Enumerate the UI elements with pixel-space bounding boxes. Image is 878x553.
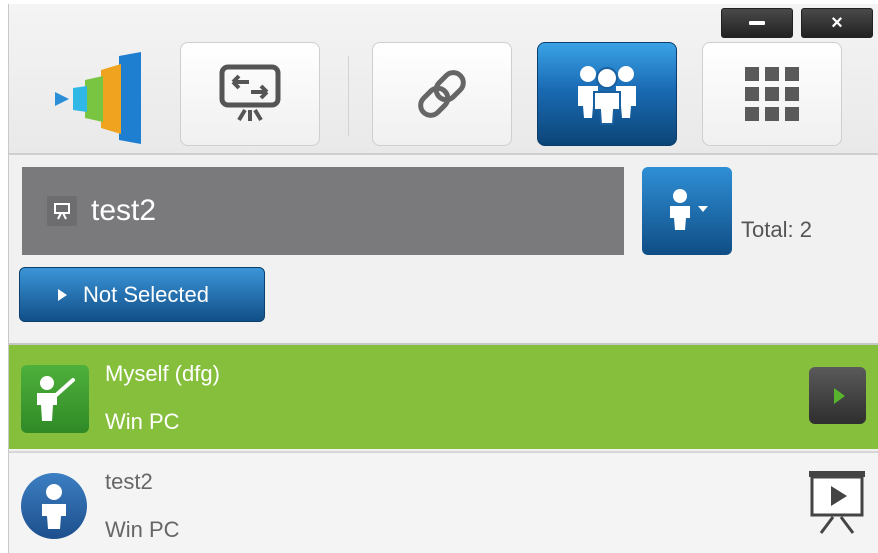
minimize-icon <box>749 21 765 25</box>
participant-device: Win PC <box>105 517 180 542</box>
participant-total: Total: 2 <box>741 217 812 242</box>
toolbar: × <box>9 4 878 155</box>
play-arrow-icon <box>58 288 67 301</box>
projector-icon <box>47 196 77 226</box>
participants-button[interactable] <box>537 42 677 146</box>
selection-label: Not Selected <box>83 281 209 307</box>
minimize-button[interactable] <box>721 8 793 38</box>
selection-button[interactable]: Not Selected <box>19 267 265 322</box>
grid-icon <box>745 67 799 121</box>
participant-row[interactable]: Myself (dfg) Win PC <box>9 345 878 449</box>
app-window: × test2 Total: 2 Not Selected Myself (df… <box>8 4 878 553</box>
group-icon <box>578 66 636 125</box>
play-icon <box>834 387 845 404</box>
participant-device: Win PC <box>105 409 180 434</box>
app-logo-icon <box>49 48 149 148</box>
play-button[interactable] <box>809 367 866 424</box>
close-button[interactable]: × <box>801 8 873 38</box>
link-icon <box>418 70 466 118</box>
presenter-icon <box>21 365 89 433</box>
screen-swap-icon <box>219 64 281 122</box>
screen-switch-button[interactable] <box>180 42 320 146</box>
present-screen-icon[interactable] <box>807 469 867 535</box>
apps-button[interactable] <box>702 42 842 146</box>
participant-row[interactable]: test2 Win PC <box>9 451 878 553</box>
user-icon <box>21 473 87 539</box>
room-bar: test2 <box>22 167 624 255</box>
room-name: test2 <box>91 194 157 227</box>
toolbar-separator <box>348 56 349 136</box>
participant-filter-dropdown[interactable] <box>642 167 732 255</box>
person-dropdown-icon <box>670 189 708 230</box>
participant-name: test2 <box>105 469 153 494</box>
link-button[interactable] <box>372 42 512 146</box>
close-icon: × <box>831 12 843 34</box>
participant-name: Myself (dfg) <box>105 361 220 386</box>
